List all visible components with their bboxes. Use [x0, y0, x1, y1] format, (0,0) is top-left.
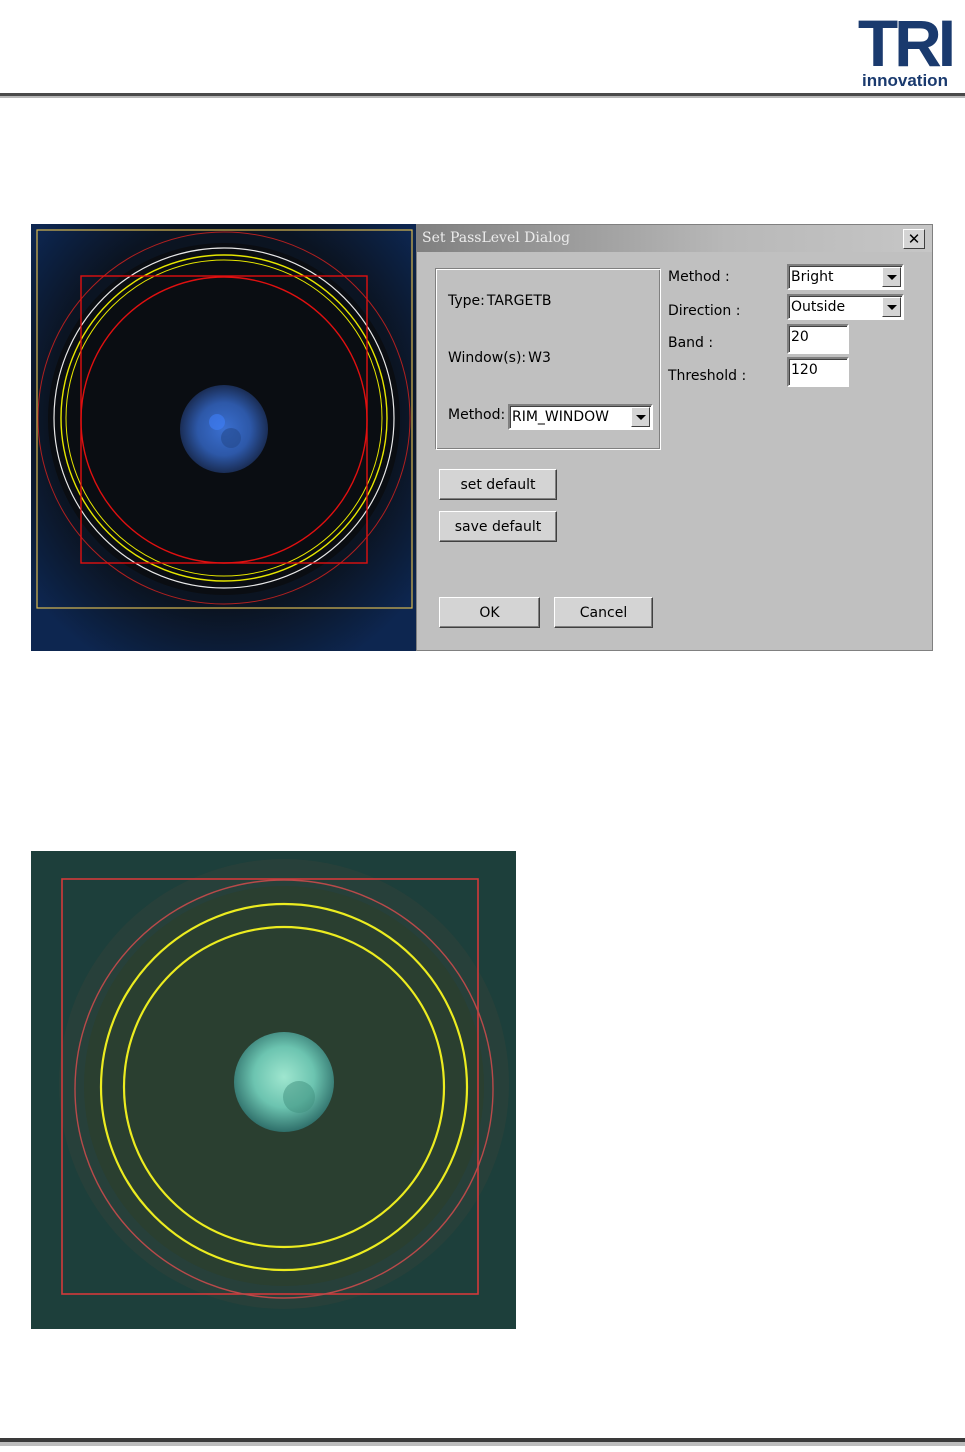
header-rule-shadow	[0, 96, 965, 98]
footer-rule-shadow	[0, 1442, 965, 1446]
dialog-titlebar[interactable]: Set PassLevel Dialog ✕	[417, 225, 932, 252]
save-default-button[interactable]: save default	[439, 511, 557, 542]
param-method-select[interactable]: Bright	[787, 264, 904, 290]
set-default-button[interactable]: set default	[439, 469, 557, 500]
set-passlevel-dialog: Set PassLevel Dialog ✕ Type: TARGETB Wind…	[416, 224, 933, 651]
inspection-image-2	[31, 851, 516, 1329]
chevron-down-icon[interactable]	[882, 267, 901, 287]
method-label: Method:	[448, 407, 506, 423]
band-input[interactable]: 20	[787, 324, 849, 354]
fiber-core	[234, 1032, 334, 1132]
inspection-image-1	[31, 224, 417, 651]
cancel-button[interactable]: Cancel	[554, 597, 653, 628]
param-method-label: Method :	[668, 269, 730, 285]
dialog-title: Set PassLevel Dialog	[422, 230, 571, 246]
method-select[interactable]: RIM_WINDOW	[508, 404, 653, 430]
method-select-value: RIM_WINDOW	[512, 409, 610, 425]
window-value: W3	[528, 350, 551, 366]
window-label: Window(s):	[448, 350, 527, 366]
fiber-core	[180, 385, 268, 473]
chevron-down-icon[interactable]	[882, 297, 901, 317]
close-button[interactable]: ✕	[903, 229, 925, 249]
logo-wordmark: TRI	[858, 6, 952, 80]
type-label: Type:	[448, 293, 485, 309]
type-value: TARGETB	[486, 293, 552, 309]
direction-value: Outside	[791, 299, 846, 315]
chevron-down-icon[interactable]	[631, 407, 650, 427]
param-method-value: Bright	[791, 269, 834, 285]
direction-label: Direction :	[668, 303, 741, 319]
tri-innovation-logo: TRI innovation	[858, 6, 956, 90]
logo-tagline: innovation	[862, 71, 948, 90]
close-icon: ✕	[907, 229, 921, 248]
threshold-input[interactable]: 120	[787, 357, 849, 387]
window-field: Window(s): W3	[448, 350, 551, 366]
band-label: Band :	[668, 335, 714, 351]
ok-button[interactable]: OK	[439, 597, 540, 628]
target-info-group: Type: TARGETB Window(s): W3 Method: RIM_WI…	[435, 268, 661, 450]
threshold-label: Threshold :	[668, 368, 747, 384]
type-field: Type: TARGETB	[448, 293, 552, 309]
direction-select[interactable]: Outside	[787, 294, 904, 320]
